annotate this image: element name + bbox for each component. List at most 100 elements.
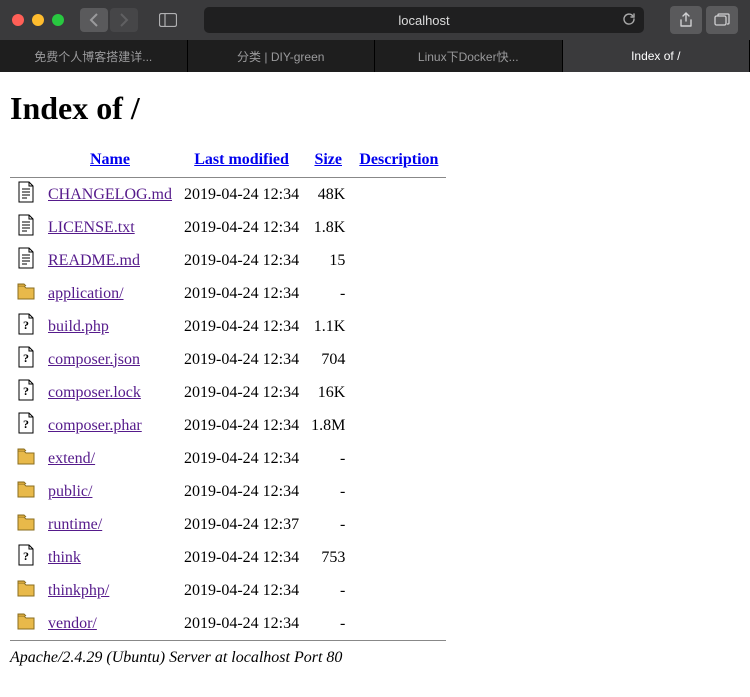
file-link[interactable]: composer.json [48, 351, 140, 368]
file-icon-cell [10, 574, 42, 607]
divider-row [10, 640, 446, 641]
unknown-file-icon [16, 544, 36, 566]
text-file-icon [16, 181, 36, 203]
sort-description-link[interactable]: Description [359, 151, 438, 168]
text-file-icon [16, 247, 36, 269]
file-link[interactable]: vendor/ [48, 615, 97, 632]
file-icon-cell [10, 541, 42, 574]
file-modified-cell: 2019-04-24 12:34 [178, 277, 305, 310]
browser-tab[interactable]: 分类 | DIY-green [188, 40, 376, 72]
file-name-cell: README.md [42, 244, 178, 277]
file-link[interactable]: public/ [48, 483, 92, 500]
folder-icon [16, 511, 36, 533]
file-description-cell [351, 211, 446, 244]
file-size-cell: 753 [305, 541, 351, 574]
file-name-cell: public/ [42, 475, 178, 508]
file-row: CHANGELOG.md2019-04-24 12:3448K [10, 178, 446, 211]
file-name-cell: vendor/ [42, 607, 178, 640]
file-description-cell [351, 574, 446, 607]
sort-size-link[interactable]: Size [314, 151, 342, 168]
forward-button[interactable] [110, 8, 138, 32]
file-modified-cell: 2019-04-24 12:34 [178, 574, 305, 607]
file-row: thinkphp/2019-04-24 12:34- [10, 574, 446, 607]
window-minimize-button[interactable] [32, 14, 44, 26]
browser-tab[interactable]: Index of / [563, 40, 750, 72]
file-icon-cell [10, 178, 42, 211]
file-modified-cell: 2019-04-24 12:34 [178, 475, 305, 508]
browser-tab[interactable]: 免费个人博客搭建详... [0, 40, 188, 72]
file-size-cell: - [305, 574, 351, 607]
file-link[interactable]: runtime/ [48, 516, 102, 533]
reload-button[interactable] [622, 12, 636, 29]
sidebar-icon [159, 13, 177, 27]
file-modified-cell: 2019-04-24 12:34 [178, 607, 305, 640]
file-description-cell [351, 409, 446, 442]
file-description-cell [351, 475, 446, 508]
window-zoom-button[interactable] [52, 14, 64, 26]
file-link[interactable]: thinkphp/ [48, 582, 109, 599]
share-button[interactable] [670, 6, 702, 34]
file-row: LICENSE.txt2019-04-24 12:341.8K [10, 211, 446, 244]
file-link[interactable]: extend/ [48, 450, 95, 467]
file-icon-cell [10, 607, 42, 640]
toolbar-right [670, 6, 738, 34]
table-header-row: Name Last modified Size Description [10, 147, 446, 177]
text-file-icon [16, 214, 36, 236]
unknown-file-icon [16, 379, 36, 401]
file-description-cell [351, 178, 446, 211]
file-description-cell [351, 310, 446, 343]
share-icon [679, 12, 693, 28]
window-close-button[interactable] [12, 14, 24, 26]
url-text: localhost [398, 13, 449, 28]
file-description-cell [351, 376, 446, 409]
back-button[interactable] [80, 8, 108, 32]
nav-buttons [80, 8, 138, 32]
file-link[interactable]: CHANGELOG.md [48, 186, 172, 203]
chevron-left-icon [89, 13, 99, 27]
file-modified-cell: 2019-04-24 12:34 [178, 376, 305, 409]
file-link[interactable]: LICENSE.txt [48, 219, 135, 236]
directory-listing-table: Name Last modified Size Description CHAN… [10, 147, 446, 641]
file-name-cell: thinkphp/ [42, 574, 178, 607]
file-size-cell: 48K [305, 178, 351, 211]
file-row: composer.phar2019-04-24 12:341.8M [10, 409, 446, 442]
header-icon-cell [10, 147, 42, 177]
url-bar[interactable]: localhost [204, 7, 644, 33]
file-link[interactable]: composer.phar [48, 417, 142, 434]
file-size-cell: 16K [305, 376, 351, 409]
header-modified: Last modified [178, 147, 305, 177]
file-link[interactable]: build.php [48, 318, 109, 335]
show-tabs-button[interactable] [706, 6, 738, 34]
file-link[interactable]: think [48, 549, 81, 566]
file-row: vendor/2019-04-24 12:34- [10, 607, 446, 640]
file-size-cell: - [305, 508, 351, 541]
file-size-cell: - [305, 607, 351, 640]
file-row: public/2019-04-24 12:34- [10, 475, 446, 508]
file-row: think2019-04-24 12:34753 [10, 541, 446, 574]
file-link[interactable]: application/ [48, 285, 124, 302]
page-content: Index of / Name Last modified Size Descr… [0, 72, 750, 675]
folder-icon [16, 478, 36, 500]
folder-icon [16, 280, 36, 302]
file-description-cell [351, 541, 446, 574]
file-row: README.md2019-04-24 12:3415 [10, 244, 446, 277]
file-description-cell [351, 277, 446, 310]
file-row: application/2019-04-24 12:34- [10, 277, 446, 310]
sort-modified-link[interactable]: Last modified [194, 151, 289, 168]
sort-name-link[interactable]: Name [90, 151, 130, 168]
page-title: Index of / [10, 90, 740, 127]
file-modified-cell: 2019-04-24 12:34 [178, 211, 305, 244]
browser-tab[interactable]: Linux下Docker快... [375, 40, 563, 72]
file-name-cell: composer.lock [42, 376, 178, 409]
file-icon-cell [10, 376, 42, 409]
file-modified-cell: 2019-04-24 12:34 [178, 343, 305, 376]
chevron-right-icon [119, 13, 129, 27]
file-link[interactable]: README.md [48, 252, 140, 269]
file-icon-cell [10, 277, 42, 310]
sidebar-toggle-button[interactable] [154, 8, 182, 32]
file-modified-cell: 2019-04-24 12:34 [178, 244, 305, 277]
file-icon-cell [10, 442, 42, 475]
file-modified-cell: 2019-04-24 12:37 [178, 508, 305, 541]
file-size-cell: 1.1K [305, 310, 351, 343]
file-link[interactable]: composer.lock [48, 384, 141, 401]
